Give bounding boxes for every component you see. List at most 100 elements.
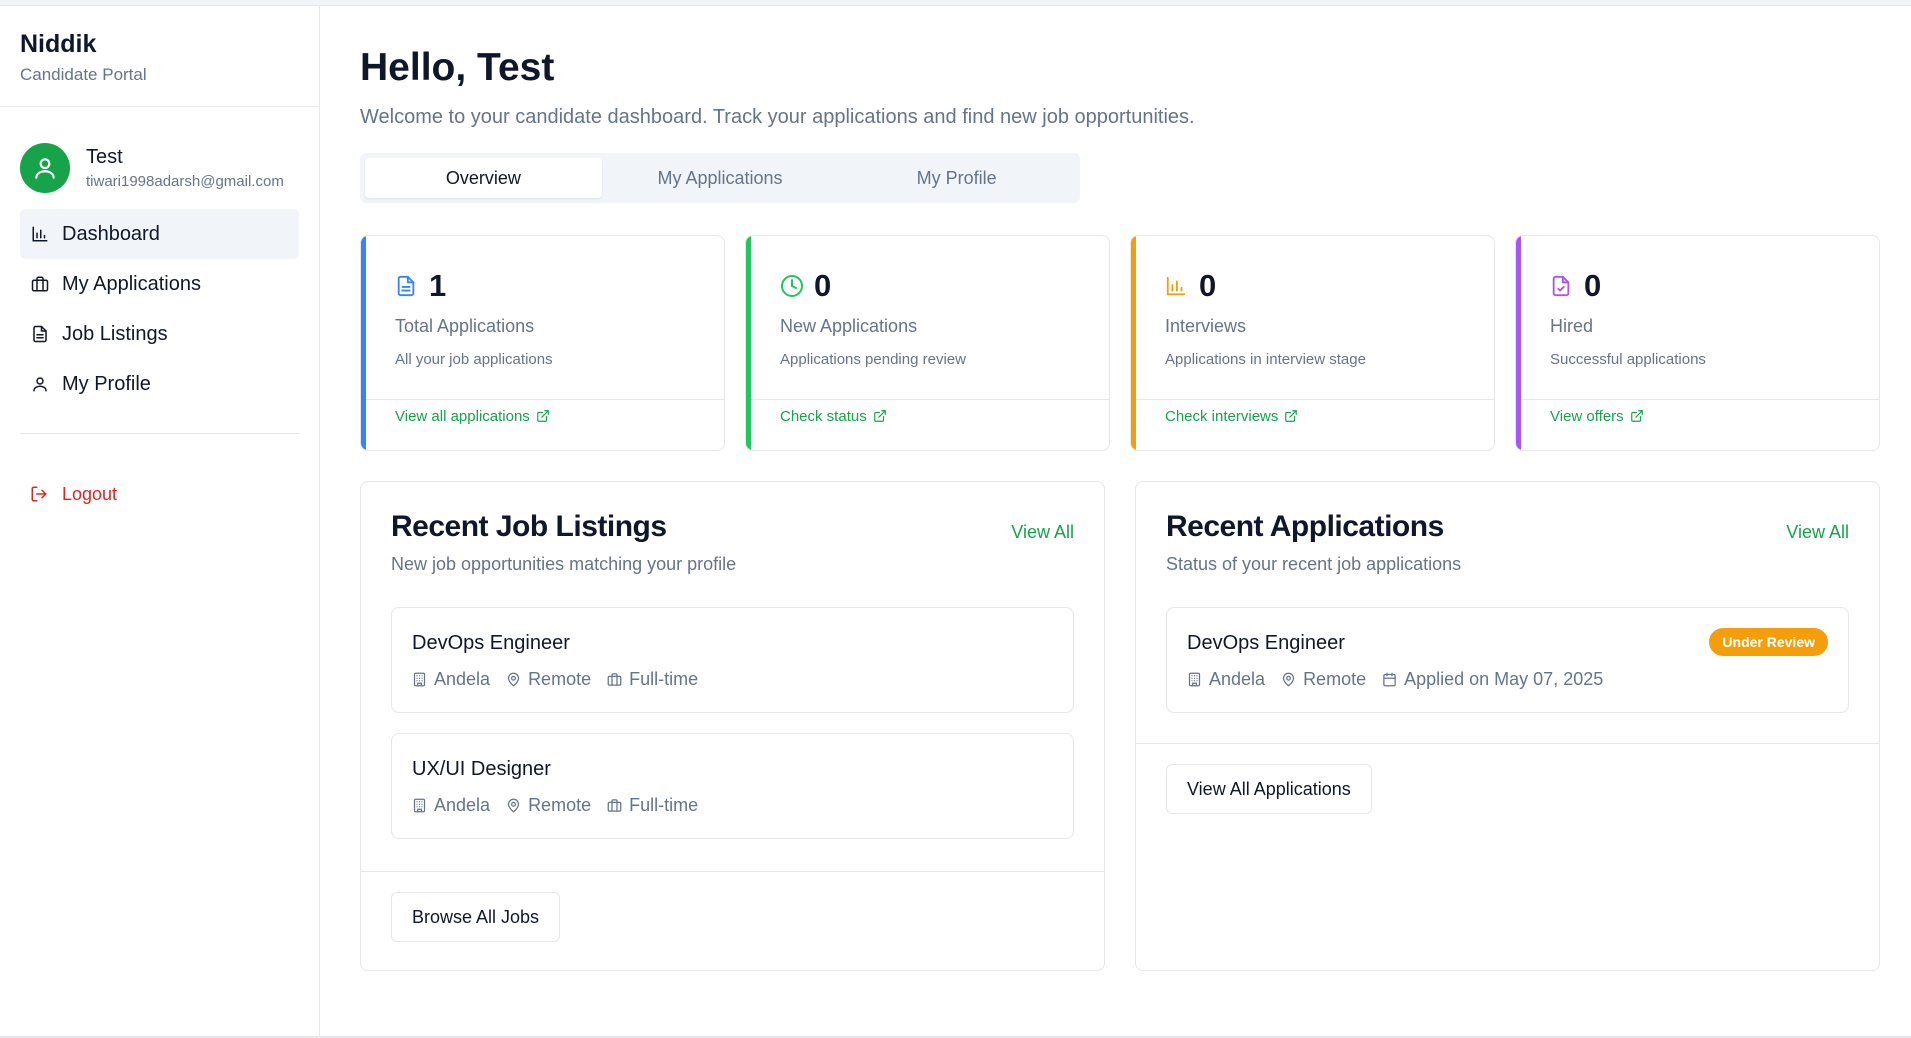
map-pin-icon [1281, 672, 1297, 688]
stat-value: 1 [429, 268, 447, 303]
bar-chart-icon [1165, 274, 1189, 298]
page-title: Hello, Test [360, 46, 555, 89]
user-name: Test [86, 146, 123, 168]
panel-subtitle: Status of your recent job applications [1166, 554, 1462, 574]
job-title: DevOps Engineer [412, 632, 570, 654]
logout-button[interactable]: Logout [20, 474, 299, 514]
tab-my-profile[interactable]: My Profile [838, 158, 1075, 198]
tab-overview[interactable]: Overview [365, 158, 602, 198]
user-email: tiwari1998adarsh@gmail.com [86, 173, 284, 190]
check-status-link[interactable]: Check status [746, 404, 1109, 428]
sidebar-item-dashboard[interactable]: Dashboard [20, 209, 299, 259]
file-check-icon [1550, 274, 1574, 298]
sidebar-item-label: Job Listings [62, 322, 168, 345]
external-link-icon [536, 409, 550, 423]
recent-applications-panel: Recent Applications Status of your recen… [1135, 481, 1880, 971]
tab-my-applications[interactable]: My Applications [602, 158, 839, 198]
document-icon [395, 274, 419, 298]
panel-footer: Browse All Jobs [361, 871, 1104, 962]
stat-card-interviews: 0 Interviews Applications in interview s… [1130, 235, 1495, 451]
stat-accent-bar [1131, 236, 1136, 450]
calendar-icon [1382, 672, 1398, 688]
sidebar-item-my-applications[interactable]: My Applications [20, 259, 299, 309]
sidebar-item-label: Dashboard [62, 222, 160, 245]
job-type: Full-time [629, 795, 699, 815]
logout-icon [30, 484, 50, 504]
link-label: Check interviews [1165, 407, 1279, 425]
external-link-icon [873, 409, 887, 423]
user-profile: Test tiwari1998adarsh@gmail.com [0, 107, 319, 209]
panel-subtitle: New job opportunities matching your prof… [391, 554, 737, 574]
panels-row: Recent Job Listings New job opportunitie… [360, 481, 1880, 971]
link-label: Check status [780, 407, 867, 425]
stat-label: Hired [1550, 316, 1594, 336]
stat-accent-bar [361, 236, 366, 450]
sidebar-item-my-profile[interactable]: My Profile [20, 359, 299, 409]
company-name: Andela [434, 669, 491, 689]
stat-value: 0 [814, 268, 832, 303]
stat-card-hired: 0 Hired Successful applications View off… [1515, 235, 1880, 451]
briefcase-icon [607, 798, 623, 814]
browse-all-jobs-button[interactable]: Browse All Jobs [391, 892, 561, 942]
job-type: Full-time [629, 669, 699, 689]
stats-row: 1 Total Applications All your job applic… [360, 235, 1880, 451]
stat-value: 0 [1199, 268, 1217, 303]
sidebar-item-label: My Profile [62, 372, 151, 395]
view-all-applications-link[interactable]: View All [1786, 522, 1849, 543]
building-icon [412, 672, 428, 688]
user-icon [35, 158, 55, 179]
stat-label: Total Applications [395, 316, 535, 336]
job-location: Remote [528, 669, 592, 689]
panel-footer: View All Applications [1136, 743, 1879, 834]
briefcase-icon [30, 274, 50, 294]
briefcase-icon [607, 672, 623, 688]
external-link-icon [1630, 409, 1644, 423]
panel-title: Recent Applications [1166, 510, 1444, 543]
job-location: Remote [1303, 669, 1367, 689]
building-icon [412, 798, 428, 814]
link-label: View all applications [395, 407, 530, 425]
user-icon [30, 374, 50, 394]
view-all-applications-link[interactable]: View all applications [361, 404, 724, 428]
stat-card-new-applications: 0 New Applications Applications pending … [745, 235, 1110, 451]
stat-description: Applications in interview stage [1165, 351, 1366, 368]
tab-bar: Overview My Applications My Profile [360, 153, 1080, 203]
company-name: Andela [434, 795, 491, 815]
sidebar-nav: Dashboard My Applications Job Listings M… [0, 209, 319, 409]
stat-description: Applications pending review [780, 351, 966, 368]
welcome-text: Welcome to your candidate dashboard. Tra… [360, 106, 1195, 128]
job-title: UX/UI Designer [412, 758, 551, 780]
logout-label: Logout [62, 483, 118, 504]
job-location: Remote [528, 795, 592, 815]
brand-subtitle: Candidate Portal [20, 65, 147, 84]
bar-chart-icon [30, 224, 50, 244]
stat-value: 0 [1584, 268, 1602, 303]
link-label: View offers [1550, 407, 1624, 425]
document-icon [30, 324, 50, 344]
map-pin-icon [506, 672, 522, 688]
stat-card-total-applications: 1 Total Applications All your job applic… [360, 235, 725, 451]
application-card[interactable]: DevOps Engineer Under Review Andela Remo… [1166, 607, 1849, 713]
external-link-icon [1284, 409, 1298, 423]
sidebar-item-label: My Applications [62, 272, 201, 295]
view-offers-link[interactable]: View offers [1516, 404, 1879, 428]
check-interviews-link[interactable]: Check interviews [1131, 404, 1494, 428]
avatar [20, 143, 70, 193]
job-card[interactable]: UX/UI Designer Andela Remote Full-time [391, 733, 1074, 839]
stat-label: Interviews [1165, 316, 1247, 336]
stat-description: All your job applications [395, 351, 553, 368]
view-all-applications-button[interactable]: View All Applications [1166, 764, 1372, 814]
job-card[interactable]: DevOps Engineer Andela Remote Full-time [391, 607, 1074, 713]
building-icon [1187, 672, 1203, 688]
sidebar-item-job-listings[interactable]: Job Listings [20, 309, 299, 359]
recent-job-listings-panel: Recent Job Listings New job opportunitie… [360, 481, 1105, 971]
status-badge: Under Review [1709, 628, 1828, 656]
nav-divider [20, 433, 299, 434]
stat-accent-bar [1516, 236, 1521, 450]
main-content: Hello, Test Welcome to your candidate da… [360, 6, 1880, 971]
view-all-jobs-link[interactable]: View All [1011, 522, 1074, 543]
stat-description: Successful applications [1550, 351, 1706, 368]
sidebar: Niddik Candidate Portal Test tiwari1998a… [0, 6, 320, 1036]
stat-accent-bar [746, 236, 751, 450]
map-pin-icon [506, 798, 522, 814]
